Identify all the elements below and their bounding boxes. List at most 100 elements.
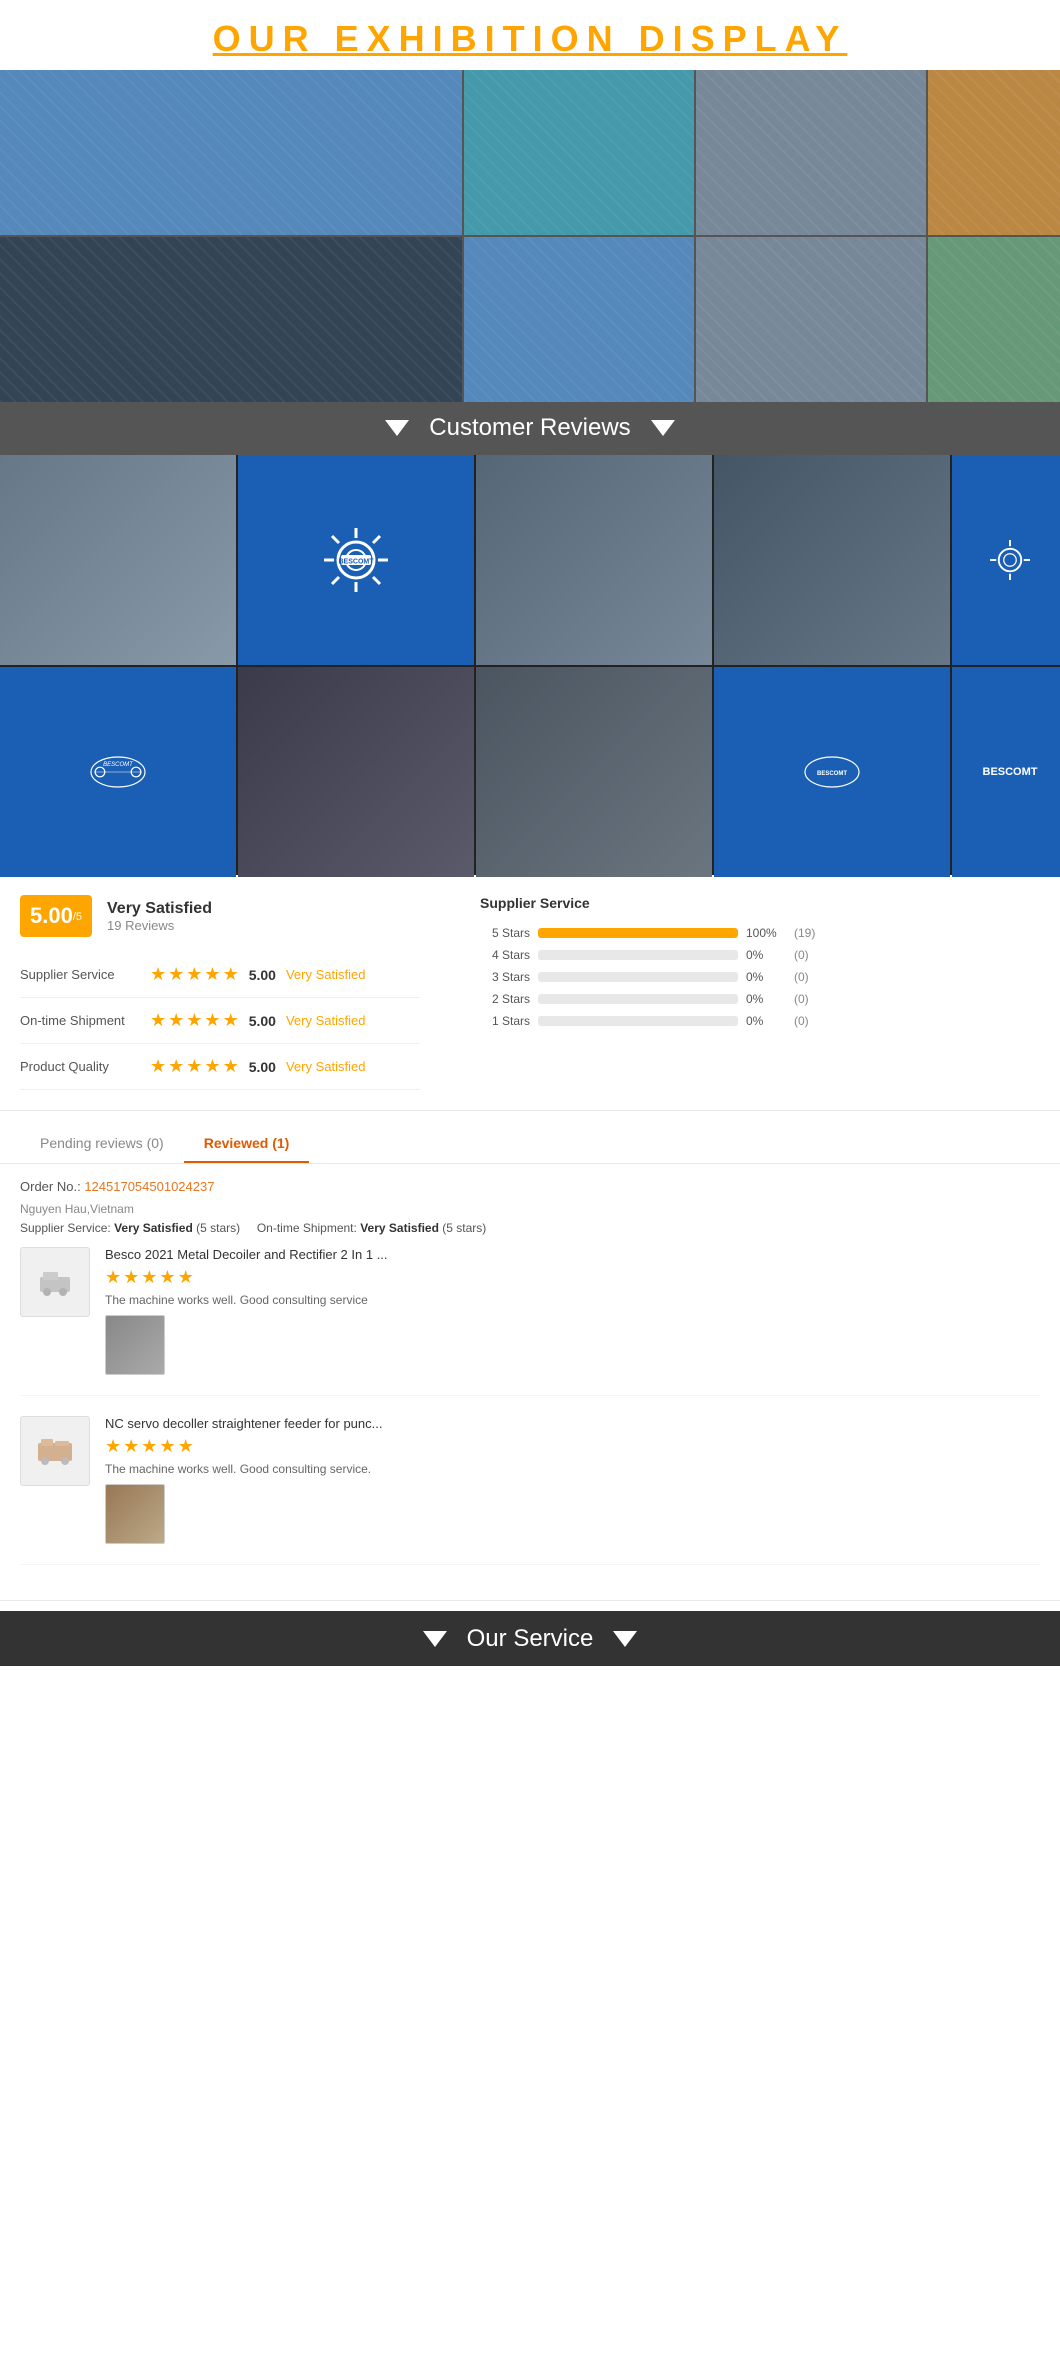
bar-count-4: (0) bbox=[794, 948, 809, 962]
score-box: 5.00/5 bbox=[20, 895, 92, 937]
exhibition-collage bbox=[0, 70, 1060, 400]
chart-title: Supplier Service bbox=[480, 895, 1040, 911]
svg-text:BESCOMT: BESCOMT bbox=[103, 762, 134, 768]
order-section: Order No.: 124517054501024237 Nguyen Hau… bbox=[0, 1164, 1060, 1601]
review-image-1 bbox=[105, 1315, 165, 1375]
bar-row-5stars: 5 Stars 100% (19) bbox=[480, 926, 1040, 940]
collage-cell-1 bbox=[0, 70, 462, 235]
product-review-item-2: NC servo decoller straightener feeder fo… bbox=[20, 1416, 1040, 1565]
tab-pending-label: Pending reviews (0) bbox=[40, 1135, 164, 1151]
score-value: 5.00 bbox=[30, 903, 73, 928]
showcase-photo-2 bbox=[476, 455, 712, 665]
collage-cell-3 bbox=[696, 70, 926, 235]
bar-label-3: 3 Stars bbox=[480, 970, 530, 984]
bar-label-4: 4 Stars bbox=[480, 948, 530, 962]
bar-row-3stars: 3 Stars 0% (0) bbox=[480, 970, 1040, 984]
score-info: Very Satisfied 19 Reviews bbox=[107, 900, 212, 933]
service-arrow-right-icon bbox=[613, 1631, 637, 1647]
product-thumb-1 bbox=[20, 1247, 90, 1317]
product-comment-2: The machine works well. Good consulting … bbox=[105, 1462, 1040, 1476]
ontime-satisfied: Very Satisfied bbox=[286, 1013, 366, 1028]
supplier-service-value: Very Satisfied bbox=[114, 1221, 193, 1235]
review-image-2 bbox=[105, 1484, 165, 1544]
showcase-logo-5: BESCOMT bbox=[952, 667, 1060, 877]
bar-row-4stars: 4 Stars 0% (0) bbox=[480, 948, 1040, 962]
product-review-content-2: NC servo decoller straightener feeder fo… bbox=[105, 1416, 1040, 1544]
review-right: Supplier Service 5 Stars 100% (19) 4 Sta… bbox=[450, 895, 1040, 1090]
review-row-quality: Product Quality ★ ★ ★ ★ ★ 5.00 Very Sati… bbox=[20, 1044, 420, 1090]
arrow-down-right-icon bbox=[651, 420, 675, 436]
bar-count-2: (0) bbox=[794, 992, 809, 1006]
bar-track-4 bbox=[538, 950, 738, 960]
product-title-2: NC servo decoller straightener feeder fo… bbox=[105, 1416, 1040, 1431]
product-review-item-1: Besco 2021 Metal Decoiler and Rectifier … bbox=[20, 1247, 1040, 1396]
product-stars-1: ★ ★ ★ ★ ★ bbox=[105, 1267, 1040, 1288]
bar-label-1: 1 Stars bbox=[480, 1014, 530, 1028]
order-number-line: Order No.: 124517054501024237 bbox=[20, 1179, 1040, 1194]
bar-row-1star: 1 Stars 0% (0) bbox=[480, 1014, 1040, 1028]
order-number-link[interactable]: 124517054501024237 bbox=[84, 1179, 214, 1194]
product-title-1: Besco 2021 Metal Decoiler and Rectifier … bbox=[105, 1247, 1040, 1262]
bar-pct-4: 0% bbox=[746, 948, 786, 962]
supplier-score: 5.00 bbox=[249, 967, 276, 983]
showcase-photo-4 bbox=[238, 667, 474, 877]
reviews-banner: Customer Reviews bbox=[0, 400, 1060, 455]
ontime-value: Very Satisfied bbox=[360, 1221, 439, 1235]
review-section: 5.00/5 Very Satisfied 19 Reviews Supplie… bbox=[0, 875, 1060, 1111]
bar-track-5 bbox=[538, 928, 738, 938]
bar-track-1 bbox=[538, 1016, 738, 1026]
showcase-photo-5 bbox=[476, 667, 712, 877]
ontime-stars: ★ ★ ★ ★ ★ bbox=[150, 1010, 239, 1031]
score-count: 19 Reviews bbox=[107, 918, 212, 933]
tab-reviewed[interactable]: Reviewed (1) bbox=[184, 1121, 310, 1163]
bar-count-3: (0) bbox=[794, 970, 809, 984]
bar-row-2stars: 2 Stars 0% (0) bbox=[480, 992, 1040, 1006]
review-left: 5.00/5 Very Satisfied 19 Reviews Supplie… bbox=[20, 895, 420, 1090]
product-review-content-1: Besco 2021 Metal Decoiler and Rectifier … bbox=[105, 1247, 1040, 1375]
collage-cell-7 bbox=[696, 237, 926, 402]
bar-pct-2: 0% bbox=[746, 992, 786, 1006]
showcase-logo-3: BESCOMT bbox=[0, 667, 236, 877]
service-banner: Our Service bbox=[0, 1611, 1060, 1666]
product-comment-1: The machine works well. Good consulting … bbox=[105, 1293, 1040, 1307]
reviews-banner-title: Customer Reviews bbox=[429, 414, 630, 442]
score-header: 5.00/5 Very Satisfied 19 Reviews bbox=[20, 895, 420, 937]
svg-text:BESCOMT: BESCOMT bbox=[339, 559, 375, 566]
product-stars-2: ★ ★ ★ ★ ★ bbox=[105, 1436, 1040, 1457]
quality-stars: ★ ★ ★ ★ ★ bbox=[150, 1056, 239, 1077]
arrow-down-left-icon bbox=[385, 420, 409, 436]
exhibition-title: OUR EXHIBITION DISPLAY bbox=[0, 18, 1060, 60]
bescomt-label: BESCOMT bbox=[978, 761, 1043, 783]
collage-cell-2 bbox=[464, 70, 694, 235]
supplier-stars: ★ ★ ★ ★ ★ bbox=[150, 964, 239, 985]
collage-cell-5 bbox=[0, 237, 462, 402]
ontime-label-order: On-time Shipment: bbox=[257, 1221, 357, 1235]
bar-count-5: (19) bbox=[794, 926, 815, 940]
bar-pct-1: 0% bbox=[746, 1014, 786, 1028]
review-row-supplier: Supplier Service ★ ★ ★ ★ ★ 5.00 Very Sat… bbox=[20, 952, 420, 998]
tab-pending[interactable]: Pending reviews (0) bbox=[20, 1121, 184, 1163]
tab-reviewed-label: Reviewed (1) bbox=[204, 1135, 290, 1151]
supplier-label: Supplier Service bbox=[20, 967, 150, 982]
service-arrow-left-icon bbox=[423, 1631, 447, 1647]
bar-track-2 bbox=[538, 994, 738, 1004]
score-label: Very Satisfied bbox=[107, 900, 212, 918]
supplier-service-stars: (5 stars) bbox=[196, 1221, 240, 1235]
service-line: Supplier Service: Very Satisfied (5 star… bbox=[20, 1221, 1040, 1235]
showcase-logo-4: BESCOMT bbox=[714, 667, 950, 877]
collage-cell-4 bbox=[928, 70, 1060, 235]
svg-text:BESCOMT: BESCOMT bbox=[817, 771, 847, 777]
bar-fill-5 bbox=[538, 928, 738, 938]
bar-track-3 bbox=[538, 972, 738, 982]
showcase-photo-3 bbox=[714, 455, 950, 665]
showcase-logo-1: BESCOMT bbox=[238, 455, 474, 665]
showcase-photo-1 bbox=[0, 455, 236, 665]
showcase-logo-2 bbox=[952, 455, 1060, 665]
bar-pct-5: 100% bbox=[746, 926, 786, 940]
quality-score: 5.00 bbox=[249, 1059, 276, 1075]
bar-label-2: 2 Stars bbox=[480, 992, 530, 1006]
score-sub: /5 bbox=[73, 911, 82, 923]
product-thumb-2 bbox=[20, 1416, 90, 1486]
collage-cell-8 bbox=[928, 237, 1060, 402]
ontime-score: 5.00 bbox=[249, 1013, 276, 1029]
